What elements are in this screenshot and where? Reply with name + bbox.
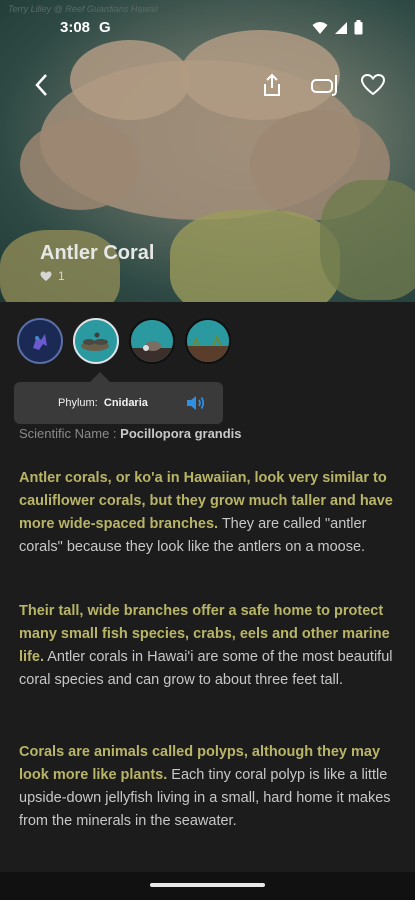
favorite-button[interactable] [358, 70, 388, 100]
phylum-tooltip: Phylum: Cnidaria [14, 372, 223, 424]
battery-icon [354, 20, 363, 35]
share-icon [264, 73, 280, 96]
sea-creature-icon [19, 320, 61, 362]
location-chip[interactable] [185, 318, 231, 364]
speaker-icon[interactable] [185, 392, 207, 414]
description-paragraph-2: Their tall, wide branches offer a safe h… [19, 600, 395, 692]
status-icons [312, 20, 363, 35]
dive-mask-button[interactable] [307, 70, 343, 100]
shoreline-icon [187, 320, 229, 362]
scientific-name: Scientific Name : Pocillopora grandis [19, 426, 242, 441]
description-paragraph-3: Corals are animals called polyps, althou… [19, 741, 395, 833]
paragraph-text: Antler corals in Hawai'i are some of the… [19, 649, 393, 688]
likes-number: 1 [58, 269, 65, 283]
reef-floor-icon [131, 320, 173, 362]
description-paragraph-1: Antler corals, or ko'a in Hawaiian, look… [19, 467, 395, 559]
phylum-value: Cnidaria [103, 397, 148, 409]
snorkel-mask-icon [311, 75, 337, 96]
coral-reef-icon [75, 320, 117, 362]
phylum-chip[interactable] [73, 318, 119, 364]
hero-image: Terry Lilley @ Reef Guardians Hawaii 3:0… [0, 0, 415, 302]
google-notification-icon: G [99, 19, 111, 36]
habitat-chip[interactable] [129, 318, 175, 364]
scientific-name-label: Scientific Name : [19, 426, 117, 441]
heart-outline-icon [361, 74, 385, 96]
back-button[interactable] [27, 70, 57, 100]
home-gesture-handle[interactable] [150, 883, 265, 887]
wifi-icon [312, 21, 328, 34]
category-chips [17, 318, 231, 364]
likes-count: 1 [40, 269, 65, 283]
chevron-left-icon [35, 74, 47, 96]
photo-credit: Terry Lilley @ Reef Guardians Hawaii [8, 4, 158, 14]
reef-animal-chip[interactable] [17, 318, 63, 364]
phylum-text: Phylum: Cnidaria [58, 397, 148, 409]
page-title: Antler Coral [40, 242, 155, 264]
heart-filled-icon [40, 271, 52, 281]
signal-icon [335, 21, 347, 34]
phylum-label: Phylum: [58, 397, 98, 409]
status-bar: 3:08 G [0, 14, 415, 42]
scientific-name-value: Pocillopora grandis [120, 426, 242, 441]
status-time: 3:08 [60, 19, 91, 36]
share-button[interactable] [257, 70, 287, 100]
